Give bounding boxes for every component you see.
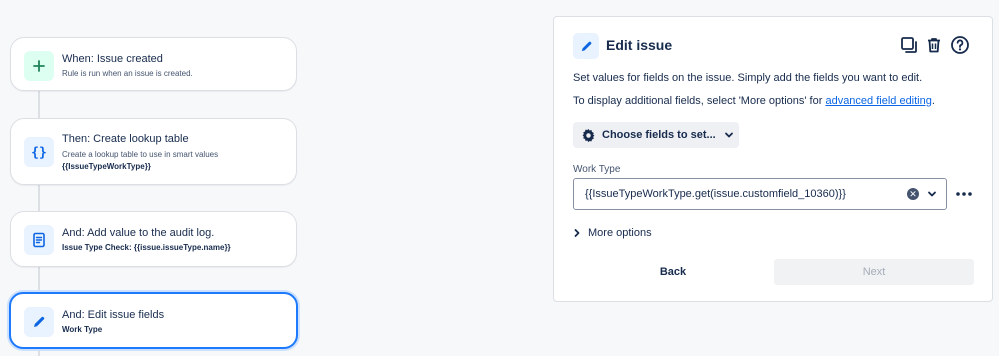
clear-icon[interactable]: ✕ bbox=[907, 188, 919, 200]
plus-icon bbox=[24, 51, 54, 81]
rule-subtitle: Create a lookup table to use in smart va… bbox=[62, 150, 219, 159]
chevron-right-icon bbox=[573, 228, 581, 238]
advanced-field-editing-link[interactable]: advanced field editing bbox=[825, 95, 931, 107]
rule-card-audit-log[interactable]: And: Add value to the audit log. Issue T… bbox=[10, 211, 297, 267]
svg-text:{}: {} bbox=[31, 146, 47, 161]
rule-title: And: Edit issue fields bbox=[62, 309, 165, 321]
help-icon bbox=[950, 35, 970, 55]
description-text: To display additional fields, select 'Mo… bbox=[573, 95, 826, 107]
edit-issue-panel: Edit issue Set values for fields on the … bbox=[553, 16, 993, 302]
panel-description-advanced: To display additional fields, select 'Mo… bbox=[573, 95, 935, 107]
more-options-label: More options bbox=[588, 227, 652, 239]
flow-connector bbox=[38, 349, 40, 356]
help-button[interactable] bbox=[949, 34, 971, 56]
work-type-label: Work Type bbox=[573, 164, 621, 175]
choose-fields-button[interactable]: Choose fields to set... bbox=[573, 122, 739, 148]
next-button[interactable]: Next bbox=[774, 259, 974, 285]
rule-card-lookup-table[interactable]: {} Then: Create lookup table Create a lo… bbox=[10, 118, 297, 185]
work-type-field[interactable]: {{IssueTypeWorkType.get(issue.customfiel… bbox=[573, 178, 947, 210]
rule-subtitle: Rule is run when an issue is created. bbox=[62, 69, 193, 78]
trash-icon bbox=[925, 36, 943, 54]
rule-card-edit-issue[interactable]: And: Edit issue fields Work Type bbox=[9, 292, 298, 349]
rule-subtitle: Issue Type Check: {{issue.issueType.name… bbox=[62, 243, 231, 252]
panel-title: Edit issue bbox=[606, 37, 673, 53]
panel-description: Set values for fields on the issue. Simp… bbox=[573, 72, 923, 84]
choose-fields-label: Choose fields to set... bbox=[602, 129, 716, 141]
flow-connector bbox=[38, 184, 40, 212]
braces-icon: {} bbox=[24, 137, 54, 167]
delete-button[interactable] bbox=[923, 34, 945, 56]
description-text-end: . bbox=[931, 95, 935, 107]
rule-subtitle-smart-value: {{IssueTypeWorkType}} bbox=[62, 162, 151, 171]
rule-title: Then: Create lookup table bbox=[62, 133, 189, 145]
chevron-down-icon bbox=[724, 130, 734, 140]
ellipsis-icon bbox=[955, 191, 973, 197]
document-icon bbox=[24, 225, 54, 255]
copy-button[interactable] bbox=[898, 34, 920, 56]
rule-title: And: Add value to the audit log. bbox=[62, 227, 215, 239]
more-actions-button[interactable] bbox=[953, 184, 975, 204]
flow-connector bbox=[38, 90, 40, 120]
pencil-icon bbox=[573, 33, 599, 59]
pencil-icon bbox=[24, 307, 54, 337]
more-options-toggle[interactable]: More options bbox=[573, 227, 652, 239]
gear-icon bbox=[581, 128, 596, 143]
flow-connector bbox=[38, 266, 40, 292]
copy-icon bbox=[900, 36, 918, 54]
rule-card-trigger[interactable]: When: Issue created Rule is run when an … bbox=[10, 37, 297, 91]
back-button[interactable]: Back bbox=[573, 259, 773, 285]
rule-title: When: Issue created bbox=[62, 53, 163, 65]
rule-subtitle: Work Type bbox=[62, 325, 103, 334]
chevron-down-icon[interactable] bbox=[927, 189, 937, 199]
work-type-value: {{IssueTypeWorkType.get(issue.customfiel… bbox=[585, 188, 846, 200]
